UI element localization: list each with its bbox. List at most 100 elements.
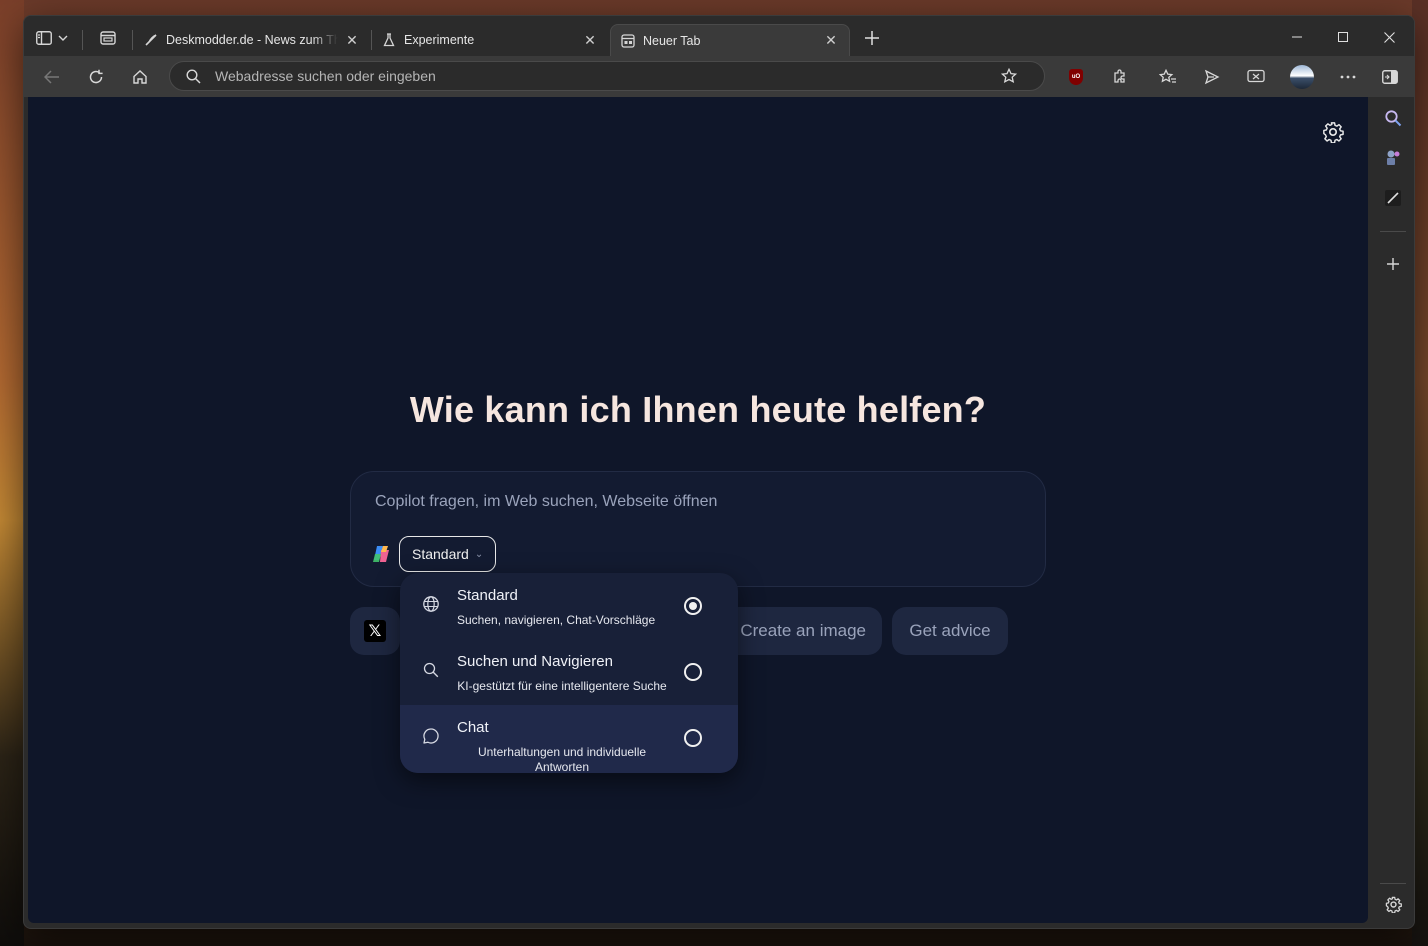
- chip-label: Create an image: [740, 621, 866, 640]
- chess-piece-icon: [1387, 150, 1400, 165]
- ublock-badge-text: uO: [1071, 74, 1081, 80]
- browser-window: Deskmodder.de - News zum Thema Windows ✕…: [23, 15, 1415, 929]
- workspaces-button[interactable]: [94, 24, 122, 52]
- globe-icon: [423, 596, 439, 612]
- radio-unselected[interactable]: [684, 729, 702, 747]
- search-icon: [423, 662, 439, 678]
- mode-option-standard[interactable]: Standard Suchen, navigieren, Chat-Vorsch…: [400, 573, 738, 639]
- close-icon: [1383, 31, 1395, 43]
- sidebar-games-button[interactable]: [1382, 147, 1404, 169]
- page-title: Wie kann ich Ihnen heute helfen?: [409, 389, 987, 430]
- avatar: [1290, 65, 1314, 89]
- page-settings-button[interactable]: [1322, 121, 1344, 143]
- plus-icon: [1387, 258, 1399, 270]
- puzzle-icon: [1114, 69, 1125, 83]
- favorites-list-icon: [1159, 69, 1176, 83]
- desktop-wallpaper-left: [0, 0, 24, 946]
- gear-icon: [1385, 896, 1402, 913]
- sidebar-settings-button[interactable]: [1382, 893, 1404, 915]
- screenshot-button[interactable]: [1240, 62, 1272, 92]
- minimize-button[interactable]: [1274, 22, 1320, 52]
- copilot-composer: Standard ⌄: [350, 471, 1046, 587]
- edge-sidebar: [1372, 97, 1414, 923]
- sidebar-divider: [1380, 883, 1406, 884]
- refresh-button[interactable]: [80, 62, 112, 92]
- close-window-button[interactable]: [1366, 22, 1412, 52]
- tab-title: Neuer Tab: [643, 33, 701, 48]
- back-button[interactable]: [36, 62, 68, 92]
- copilot-logo-icon: [373, 546, 389, 562]
- mode-selector-label: Standard: [412, 546, 469, 562]
- close-tab-icon[interactable]: ✕: [344, 32, 360, 48]
- mode-selector-button[interactable]: Standard ⌄: [399, 536, 497, 572]
- x-logo-icon: 𝕏: [364, 620, 386, 642]
- share-button[interactable]: [1196, 62, 1228, 92]
- address-bar[interactable]: [169, 61, 1045, 91]
- favorite-star-icon[interactable]: [1001, 68, 1017, 84]
- screenshot-icon: [1247, 69, 1265, 83]
- x-shortcut-chip[interactable]: 𝕏: [350, 607, 400, 655]
- search-icon: [186, 68, 201, 84]
- home-icon: [133, 70, 147, 84]
- mode-dropdown-menu: Standard Suchen, navigieren, Chat-Vorsch…: [400, 573, 738, 773]
- option-description: KI-gestützt für eine intelligentere Such…: [457, 679, 667, 693]
- quill-favicon-icon: [145, 34, 157, 46]
- maximize-button[interactable]: [1320, 22, 1366, 52]
- new-tab-favicon-icon: [621, 33, 635, 48]
- close-tab-icon[interactable]: ✕: [582, 32, 598, 48]
- more-horizontal-icon: [1340, 75, 1356, 79]
- browser-toolbar: uO: [24, 56, 1414, 97]
- tab-title: Deskmodder.de - News zum Thema Windows: [166, 33, 338, 47]
- ublock-shield-icon: uO: [1069, 69, 1083, 85]
- flask-favicon-icon: [383, 33, 395, 47]
- sidebar-divider: [1380, 231, 1406, 232]
- plus-icon: [865, 31, 879, 45]
- home-button[interactable]: [124, 62, 156, 92]
- new-tab-button[interactable]: [858, 24, 886, 52]
- maximize-icon: [1338, 32, 1348, 42]
- radio-selected[interactable]: [684, 597, 702, 615]
- vertical-tabs-button[interactable]: [32, 24, 72, 52]
- option-title: Chat: [457, 719, 489, 736]
- profile-button[interactable]: [1286, 62, 1318, 92]
- radio-unselected[interactable]: [684, 663, 702, 681]
- chat-bubble-icon: [423, 728, 439, 744]
- chip-label: Get advice: [909, 621, 991, 640]
- address-input[interactable]: [213, 67, 997, 85]
- tab-separator: [132, 30, 133, 50]
- sidebar-add-button[interactable]: [1382, 253, 1404, 275]
- create-image-chip[interactable]: Create an image: [718, 607, 882, 655]
- sidebar-toggle-button[interactable]: [1374, 62, 1406, 92]
- tab-separator: [82, 30, 83, 50]
- close-tab-icon[interactable]: ✕: [823, 32, 839, 49]
- arrow-left-icon: [44, 70, 59, 84]
- sidebar-toggle-icon: [1382, 70, 1398, 84]
- tab-deskmodder[interactable]: Deskmodder.de - News zum Thema Windows ✕: [134, 24, 370, 56]
- ublock-extension-button[interactable]: uO: [1060, 62, 1092, 92]
- chevron-down-icon: [58, 35, 68, 41]
- sidebar-search-button[interactable]: [1382, 107, 1404, 129]
- favorites-button[interactable]: [1152, 62, 1184, 92]
- new-tab-page: Wie kann ich Ihnen heute helfen? Standar…: [28, 97, 1368, 923]
- quill-icon: [1385, 190, 1401, 206]
- sidebar-panel-icon: [36, 31, 52, 45]
- refresh-icon: [89, 69, 103, 84]
- sidebar-deskmodder-button[interactable]: [1382, 187, 1404, 209]
- option-description: Suchen, navigieren, Chat-Vorschläge: [457, 613, 656, 627]
- minimize-icon: [1292, 36, 1302, 38]
- get-advice-chip[interactable]: Get advice: [892, 607, 1008, 655]
- gear-icon: [1323, 122, 1344, 143]
- settings-more-button[interactable]: [1332, 62, 1364, 92]
- copilot-input[interactable]: [373, 492, 1017, 512]
- x-logo-glyph: 𝕏: [368, 623, 382, 640]
- mode-option-search-navigate[interactable]: Suchen und Navigieren KI-gestützt für ei…: [400, 639, 738, 705]
- tab-strip: Deskmodder.de - News zum Thema Windows ✕…: [24, 16, 1414, 56]
- tab-experimente[interactable]: Experimente ✕: [372, 24, 608, 56]
- tab-neuer-tab[interactable]: Neuer Tab ✕: [610, 24, 850, 56]
- mode-option-chat[interactable]: Chat Unterhaltungen und individuelle Ant…: [400, 705, 738, 773]
- extensions-button[interactable]: [1104, 62, 1136, 92]
- tab-title: Experimente: [404, 33, 475, 47]
- send-icon: [1204, 69, 1220, 85]
- option-title: Suchen und Navigieren: [457, 653, 613, 670]
- chevron-down-icon: ⌄: [474, 548, 484, 560]
